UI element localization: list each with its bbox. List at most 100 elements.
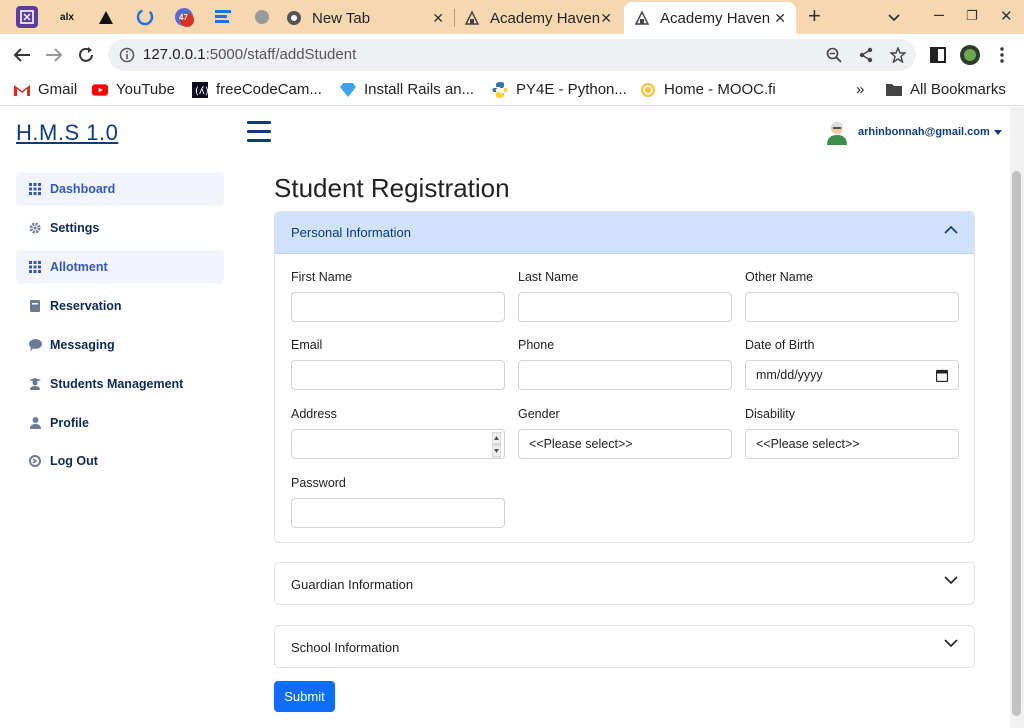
close-tab-icon[interactable]: ✕ bbox=[600, 10, 612, 27]
chrome-menu-icon[interactable] bbox=[990, 43, 1014, 67]
sidebar: Dashboard Settings Allotment Reservation… bbox=[0, 157, 240, 728]
share-icon[interactable] bbox=[858, 47, 874, 68]
top-navbar: H.M.S 1.0 arhinbonnah@gmail.com bbox=[0, 107, 1010, 157]
minimize-icon[interactable]: – bbox=[934, 4, 944, 25]
last-name-field[interactable] bbox=[518, 292, 732, 322]
grid-icon bbox=[28, 260, 42, 274]
zoom-icon[interactable] bbox=[826, 47, 842, 68]
bookmark-star-icon[interactable] bbox=[889, 46, 907, 68]
password-field[interactable] bbox=[291, 498, 505, 528]
new-tab-plus-icon[interactable]: + bbox=[808, 3, 821, 29]
tab-title: Academy Haven bbox=[660, 9, 771, 27]
sidebar-item-label: Settings bbox=[50, 221, 100, 235]
sidebar-item-dashboard[interactable]: Dashboard bbox=[16, 172, 224, 206]
bookmark-label: Install Rails an... bbox=[364, 81, 475, 98]
first-name-field[interactable] bbox=[291, 292, 505, 322]
sidebar-item-profile[interactable]: Profile bbox=[16, 406, 224, 440]
close-tab-icon[interactable]: ✕ bbox=[774, 10, 786, 27]
calendar-icon[interactable] bbox=[936, 369, 948, 382]
disability-selected-value: <<Please select>> bbox=[756, 437, 860, 451]
scrollbar-thumb[interactable] bbox=[1012, 171, 1021, 716]
phone-field[interactable] bbox=[518, 360, 732, 390]
sync-tab-icon[interactable] bbox=[134, 6, 156, 28]
restore-icon[interactable]: ❐ bbox=[966, 8, 978, 24]
spinner-arrows-icon[interactable] bbox=[492, 432, 501, 458]
gender-selected-value: <<Please select>> bbox=[529, 437, 633, 451]
address-group: Address bbox=[291, 407, 505, 459]
sidebar-item-allotment[interactable]: Allotment bbox=[16, 250, 224, 284]
freecodecamp-icon: (ʎ) bbox=[192, 81, 208, 98]
dob-field[interactable]: mm/dd/yyyy bbox=[745, 360, 959, 390]
bookmarks-overflow[interactable]: » bbox=[856, 81, 864, 98]
bookmark-label: PY4E - Python... bbox=[516, 81, 627, 98]
accordion-title: Guardian Information bbox=[291, 576, 414, 592]
accordion-header-guardian[interactable]: Guardian Information bbox=[275, 563, 974, 605]
bookmark-freecodecamp[interactable]: (ʎ) freeCodeCam... bbox=[192, 81, 322, 98]
tab-new-tab[interactable]: New Tab ✕ bbox=[286, 2, 454, 34]
accordion-title: School Information bbox=[291, 639, 400, 655]
notification-tab-icon[interactable]: 47 bbox=[173, 6, 195, 28]
bookmark-install-rails[interactable]: Install Rails an... bbox=[340, 81, 474, 98]
dob-label: Date of Birth bbox=[745, 338, 815, 352]
url-host: 127.0.0.1 bbox=[143, 46, 206, 63]
gender-select[interactable]: <<Please select>> bbox=[518, 429, 732, 459]
close-tab-icon[interactable]: ✕ bbox=[432, 10, 444, 27]
caret-down-icon bbox=[993, 129, 1002, 135]
bookmark-gmail[interactable]: Gmail bbox=[14, 81, 77, 98]
python-icon bbox=[492, 81, 508, 98]
all-bookmarks-button[interactable]: All Bookmarks bbox=[886, 81, 1006, 98]
bookmark-py4e[interactable]: PY4E - Python... bbox=[492, 81, 627, 98]
pinned-tab-icon[interactable] bbox=[16, 6, 38, 28]
forward-icon[interactable] bbox=[42, 43, 66, 67]
profile-avatar-icon[interactable] bbox=[958, 43, 982, 67]
brand-logo[interactable]: H.M.S 1.0 bbox=[16, 120, 118, 146]
user-menu[interactable]: arhinbonnah@gmail.com bbox=[824, 119, 1002, 145]
bookmarks-bar: Gmail YouTube (ʎ) freeCodeCam... Install… bbox=[0, 76, 1024, 106]
close-window-icon[interactable]: ✕ bbox=[1000, 7, 1013, 25]
sidebar-item-logout[interactable]: Log Out bbox=[16, 444, 224, 478]
submit-button[interactable]: Submit bbox=[274, 681, 335, 712]
triangle-tab-icon[interactable] bbox=[95, 6, 117, 28]
page-title: Student Registration bbox=[274, 173, 510, 203]
site-info-icon[interactable] bbox=[119, 47, 135, 68]
main-content: Student Registration Personal Informatio… bbox=[240, 157, 1010, 728]
alx-tab-icon[interactable]: alx bbox=[56, 6, 78, 28]
reload-icon[interactable] bbox=[74, 43, 98, 67]
browser-toolbar: 127.0.0.1:5000/staff/addStudent bbox=[0, 34, 1024, 76]
other-name-field[interactable] bbox=[745, 292, 959, 322]
sidebar-item-settings[interactable]: Settings bbox=[16, 211, 224, 245]
address-bar[interactable]: 127.0.0.1:5000/staff/addStudent bbox=[108, 39, 916, 71]
password-label: Password bbox=[291, 476, 346, 490]
email-group: Email bbox=[291, 338, 505, 390]
hamburger-menu-icon[interactable] bbox=[247, 121, 271, 143]
chevron-down-icon bbox=[944, 639, 958, 648]
sidebar-item-reservation[interactable]: Reservation bbox=[16, 289, 224, 323]
student-icon bbox=[28, 377, 42, 391]
gear-icon bbox=[28, 221, 42, 235]
phone-label: Phone bbox=[518, 338, 555, 352]
sidebar-item-messaging[interactable]: Messaging bbox=[16, 328, 224, 362]
page-scrollbar[interactable] bbox=[1010, 107, 1024, 728]
bookmark-youtube[interactable]: YouTube bbox=[92, 81, 175, 98]
academy-favicon-icon bbox=[464, 10, 480, 26]
bookmark-mooc[interactable]: Home - MOOC.fi bbox=[640, 81, 776, 98]
gender-group: Gender <<Please select>> bbox=[518, 407, 732, 459]
sidebar-item-students-management[interactable]: Students Management bbox=[16, 367, 224, 401]
side-panel-icon[interactable] bbox=[926, 43, 950, 67]
email-field[interactable] bbox=[291, 360, 505, 390]
chat-icon bbox=[28, 338, 42, 352]
tab-search-chevron-icon[interactable] bbox=[888, 10, 900, 25]
back-icon[interactable] bbox=[10, 43, 34, 67]
accordion-title: Personal Information bbox=[291, 225, 411, 240]
accordion-header-school[interactable]: School Information bbox=[275, 626, 974, 668]
chevron-down-icon bbox=[944, 576, 958, 585]
badge-count: 47 bbox=[179, 13, 188, 22]
lines-tab-icon[interactable] bbox=[212, 6, 234, 28]
tab-academy-haven-active[interactable]: Academy Haven ✕ bbox=[624, 2, 796, 34]
globe-tab-icon[interactable] bbox=[251, 6, 273, 28]
sidebar-item-label: Reservation bbox=[50, 299, 122, 313]
disability-select[interactable]: <<Please select>> bbox=[745, 429, 959, 459]
accordion-header-personal[interactable]: Personal Information bbox=[275, 212, 974, 254]
tab-academy-haven[interactable]: Academy Haven ✕ bbox=[456, 2, 622, 34]
address-textarea[interactable] bbox=[291, 429, 505, 459]
